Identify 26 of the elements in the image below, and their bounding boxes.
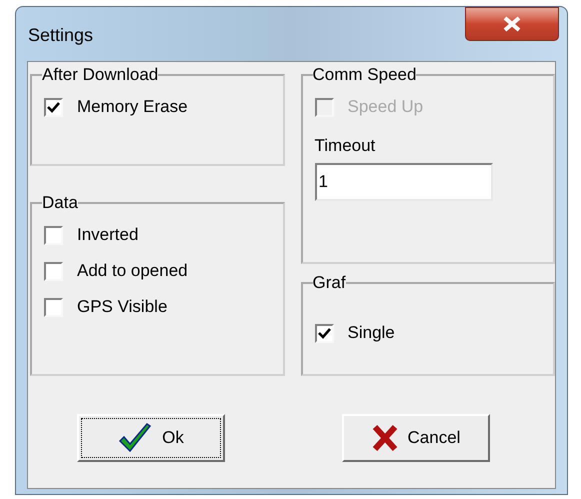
window-title: Settings [28,24,94,47]
checkmark-icon [47,102,60,112]
checkbox[interactable] [44,226,63,244]
checkbox[interactable] [44,298,63,316]
group-title: Graf [312,274,346,291]
checkbox-label: Inverted [77,224,138,246]
checkbox-label: Speed Up [348,96,424,118]
checkmark-icon [318,328,330,338]
cross-icon [372,424,398,452]
checkbox-label: Single [348,322,395,344]
cancel-button[interactable]: Cancel [342,414,490,462]
checkbox[interactable] [44,98,63,116]
checkbox-label: Memory Erase [77,96,188,118]
input-field[interactable]: 1 [314,162,492,200]
group-title: After Download [42,66,158,83]
group-title: Comm Speed [312,66,416,83]
checkbox[interactable] [44,262,63,280]
field-label: Timeout [314,135,376,157]
checkmark-icon [118,423,152,453]
close-button[interactable] [465,7,559,41]
checkbox-label: GPS Visible [77,296,168,318]
ok-button[interactable]: Ok [77,414,225,462]
checkbox-label: Add to opened [77,260,188,282]
checkbox[interactable] [314,324,334,342]
close-icon [503,16,521,32]
group-title: Data [42,194,78,211]
